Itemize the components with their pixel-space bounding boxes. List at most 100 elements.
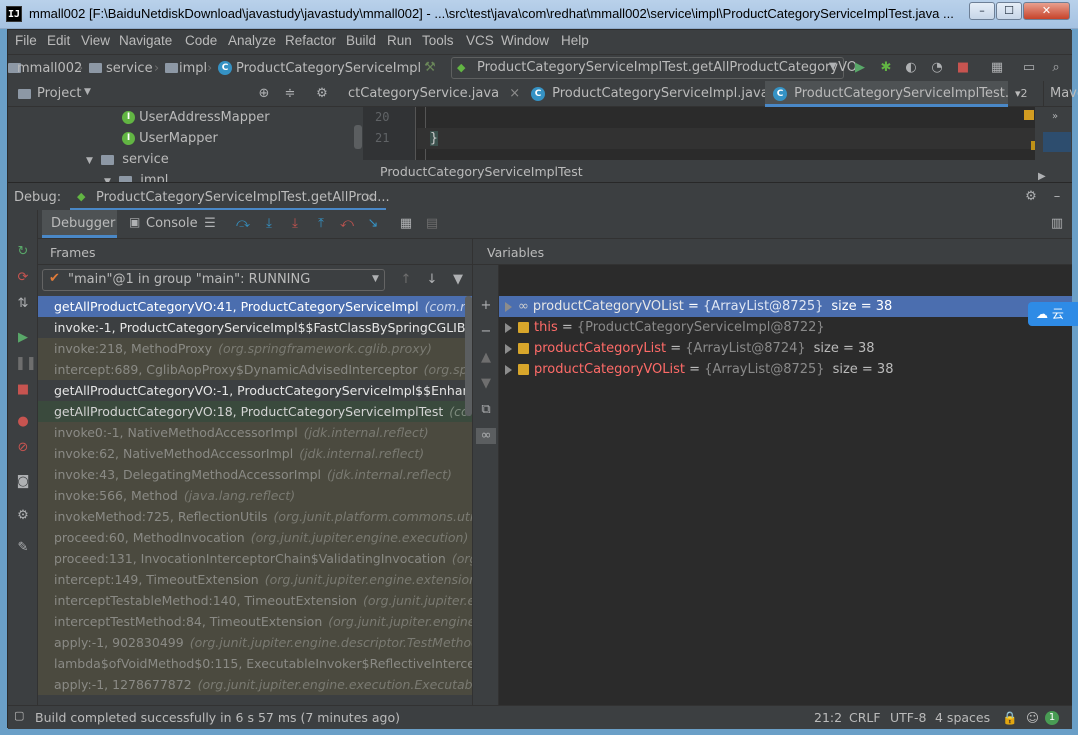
remove-watch-icon[interactable]: −	[478, 324, 494, 340]
stack-frame-row[interactable]: lambda$ofVoidMethod$0:115, ExecutableInv…	[38, 653, 472, 674]
menu-item-build[interactable]: Build	[346, 33, 376, 48]
close-button[interactable]: ✕	[1023, 2, 1070, 20]
menu-item-code[interactable]: Code	[185, 33, 217, 48]
camera-icon[interactable]: ◙	[15, 474, 31, 490]
watches-glasses-icon[interactable]: ∞	[476, 428, 496, 444]
expand-arrow-icon[interactable]: ▼	[86, 156, 93, 166]
restore-layout-icon[interactable]: ⇅	[15, 296, 31, 312]
indent-setting[interactable]: 4 spaces	[935, 710, 990, 725]
tool-windows-icon[interactable]: ▢	[14, 709, 24, 722]
layout-settings-icon[interactable]: ▥	[1049, 216, 1065, 232]
tab-productcategoryservice[interactable]: ctCategoryService.java ×	[348, 81, 520, 107]
stack-frame-row[interactable]: interceptTestableMethod:140, TimeoutExte…	[38, 590, 472, 611]
tree-item[interactable]: ▼ impl	[104, 170, 168, 182]
frames-scrollbar[interactable]	[465, 296, 472, 416]
close-icon[interactable]: ×	[509, 86, 520, 101]
stack-frame-row[interactable]: interceptTestMethod:84, TimeoutExtension…	[38, 611, 472, 632]
line-separator[interactable]: CRLF	[849, 710, 881, 725]
watch-row[interactable]: ∞ productCategoryVOList = {ArrayList@8725…	[499, 296, 1072, 317]
step-out-icon[interactable]: ⤒	[313, 216, 329, 232]
file-encoding[interactable]: UTF-8	[890, 710, 926, 725]
gear-icon[interactable]: ⚙	[1023, 189, 1039, 205]
tree-item[interactable]: I UserMapper	[122, 128, 218, 149]
evaluate-expression-icon[interactable]: ▦	[398, 216, 414, 232]
drop-frame-icon[interactable]: ⤺	[339, 216, 355, 232]
gear-icon[interactable]: ⚙	[15, 508, 31, 524]
chevron-down-icon[interactable]: ▼	[84, 87, 91, 97]
pin-icon[interactable]: ✎	[15, 540, 31, 556]
rerun-failed-icon[interactable]: ⟳	[15, 270, 31, 286]
inspector-icon[interactable]: ☺	[1026, 710, 1039, 725]
menu-item-refactor[interactable]: Refactor	[285, 33, 336, 48]
arrow-down-icon[interactable]: ↓	[424, 272, 440, 288]
hammer-build-icon[interactable]: ⚒	[422, 60, 438, 76]
stack-frame-row[interactable]: getAllProductCategoryVO:41, ProductCateg…	[38, 296, 472, 317]
resume-icon[interactable]: ▶	[15, 330, 31, 346]
stack-frame-row[interactable]: getAllProductCategoryVO:18, ProductCateg…	[38, 401, 472, 422]
run-configuration-select[interactable]: ◆ ProductCategoryServiceImplTest.getAllP…	[451, 57, 857, 79]
crumb-class[interactable]: ProductCategoryServiceImpl	[236, 61, 421, 76]
coverage-icon[interactable]: ◐	[903, 60, 919, 76]
stack-frame-row[interactable]: intercept:149, TimeoutExtension (org.juni…	[38, 569, 472, 590]
more-arrow-icon[interactable]: »	[1052, 111, 1058, 122]
project-title[interactable]: Project	[37, 86, 81, 101]
crumb-project[interactable]: mmall002	[17, 61, 82, 76]
code-editor[interactable]: 20 21 } ProductCategoryServiceImplTest	[363, 107, 1041, 182]
expand-arrow-icon[interactable]	[505, 322, 512, 333]
trace-icon[interactable]: ▤	[424, 216, 440, 232]
maven-tool-tab[interactable]: Mave	[1043, 81, 1078, 107]
breadcrumb-class[interactable]: ProductCategoryServiceImplTest	[380, 164, 583, 179]
crumb-impl[interactable]: impl	[179, 61, 207, 76]
lock-icon[interactable]: 🔒	[1002, 710, 1018, 726]
cloud-widget[interactable]: ☁ 云	[1028, 302, 1078, 326]
tree-scrollbar[interactable]	[354, 125, 362, 149]
inspection-status-icon[interactable]	[1024, 110, 1034, 120]
menu-item-tools[interactable]: Tools	[422, 33, 454, 48]
move-up-icon[interactable]: ▲	[478, 350, 494, 366]
minimize-button[interactable]: –	[969, 2, 995, 20]
variable-row[interactable]: productCategoryList = {ArrayList@8724} si…	[499, 338, 1072, 359]
minimize-panel-icon[interactable]: –	[1049, 189, 1065, 205]
stack-frame-row[interactable]: proceed:60, MethodInvocation (org.junit.j…	[38, 527, 472, 548]
stack-frame-row[interactable]: invoke:62, NativeMethodAccessorImpl (jdk.…	[38, 443, 472, 464]
variable-row[interactable]: productCategoryVOList = {ArrayList@8725}…	[499, 359, 1072, 380]
pause-icon[interactable]: ❚❚	[15, 356, 37, 372]
locate-target-icon[interactable]: ⊕	[256, 86, 272, 102]
thread-select[interactable]: ✔ "main"@1 in group "main": RUNNING ▼	[42, 269, 385, 291]
menu-item-edit[interactable]: Edit	[47, 33, 70, 48]
filter-icon[interactable]: ▼	[450, 272, 466, 288]
stack-frame-row[interactable]: invokeMethod:725, ReflectionUtils (org.ju…	[38, 506, 472, 527]
run-arrow-icon[interactable]: ▶	[1038, 171, 1046, 182]
notification-badge[interactable]: 1	[1045, 711, 1059, 725]
view-breakpoints-icon[interactable]: ●	[15, 414, 31, 430]
stack-frame-row[interactable]: apply:-1, 1278677872 (org.junit.jupiter.e…	[38, 674, 472, 695]
menu-item-analyze[interactable]: Analyze	[228, 33, 276, 48]
stack-frame-row[interactable]: invoke:218, MethodProxy (org.springframew…	[38, 338, 472, 359]
terminal-icon[interactable]: ▭	[1021, 60, 1037, 76]
arrow-up-icon[interactable]: ↑	[398, 272, 414, 288]
menu-item-run[interactable]: Run	[387, 33, 412, 48]
stack-frame-row[interactable]: invoke:566, Method (java.lang.reflect)	[38, 485, 472, 506]
tab-productcategoryserviceimpltest[interactable]: C ProductCategoryServiceImplTest.java	[765, 81, 1008, 107]
mute-breakpoints-icon[interactable]: ⊘	[15, 440, 31, 456]
stop-icon[interactable]: ■	[955, 60, 971, 76]
status-message[interactable]: Build completed successfully in 6 s 57 m…	[35, 710, 400, 725]
debug-session-tab[interactable]: ProductCategoryServiceImplTest.getAllPro…	[96, 190, 390, 205]
copy-icon[interactable]: ⧉	[478, 402, 494, 418]
tree-item[interactable]: I UserAddressMapper	[122, 107, 270, 128]
maximize-button[interactable]: ☐	[996, 2, 1022, 20]
menu-item-help[interactable]: Help	[561, 33, 589, 48]
menu-lines-icon[interactable]: ☰	[202, 216, 218, 232]
stop-icon[interactable]: ■	[15, 382, 31, 398]
rerun-icon[interactable]: ↻	[15, 244, 31, 260]
tree-item[interactable]: ▼ service	[86, 149, 169, 170]
search-icon[interactable]: ⌕	[1048, 60, 1064, 76]
menu-item-window[interactable]: Window	[501, 33, 549, 48]
tab-console[interactable]: Console	[146, 216, 198, 231]
stack-frame-row[interactable]: invoke0:-1, NativeMethodAccessorImpl (jdk…	[38, 422, 472, 443]
stack-frame-row[interactable]: invoke:-1, ProductCategoryServiceImpl$$F…	[38, 317, 472, 338]
variable-row[interactable]: this = {ProductCategoryServiceImpl@8722}	[499, 317, 1072, 338]
tab-debugger[interactable]: Debugger	[42, 210, 117, 238]
gear-icon[interactable]: ⚙	[314, 86, 330, 102]
move-down-icon[interactable]: ▼	[478, 376, 494, 392]
